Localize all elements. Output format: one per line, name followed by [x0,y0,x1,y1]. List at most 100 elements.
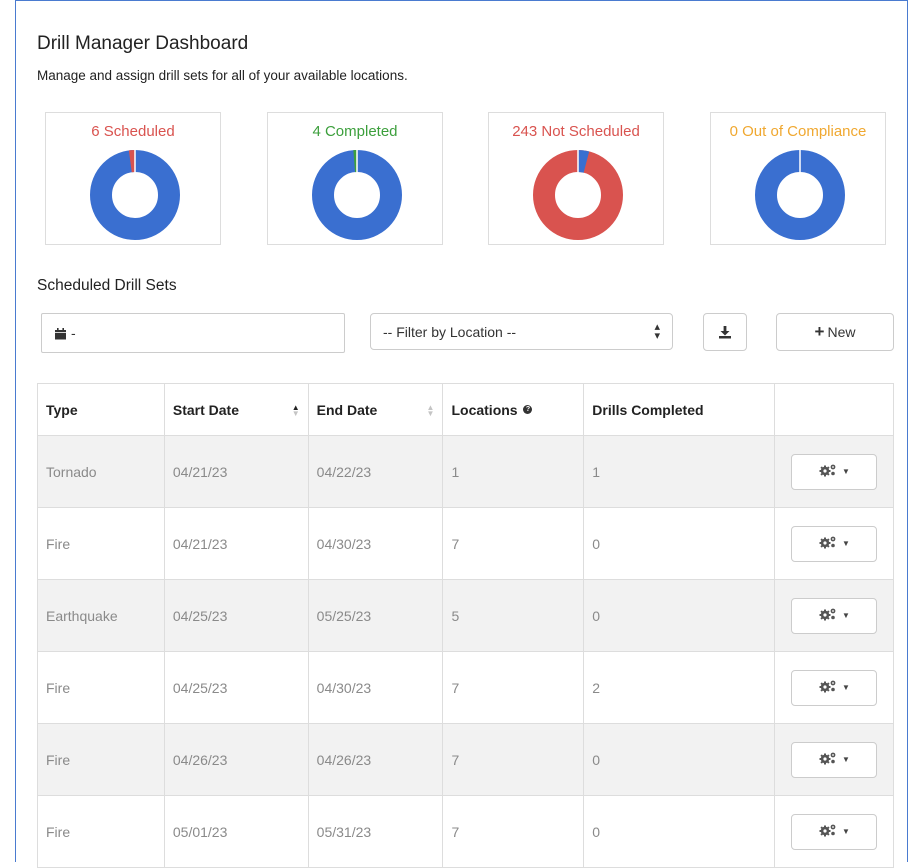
chevron-down-icon: ▼ [842,539,850,548]
actions-dropdown-button[interactable]: ▼ [791,525,877,562]
completed-label: 4 Completed [312,123,398,140]
location-filter-select[interactable]: -- Filter by Location -- ▴ ▾ [370,313,673,350]
chevron-down-icon: ▼ [842,611,850,620]
actions-dropdown-button[interactable]: ▼ [791,813,877,850]
cell-start-date: 04/25/23 [163,651,309,724]
cell-drills-completed: 2 [583,651,775,724]
gears-icon [818,823,838,840]
chevron-down-icon: ▼ [842,683,850,692]
cell-type: Fire [37,651,165,724]
gears-icon [818,607,838,624]
actions-dropdown-button[interactable]: ▼ [791,741,877,778]
header-start-date[interactable]: Start Date ▲ ▼ [163,383,309,436]
table-row: Fire 04/26/23 04/26/23 7 0 ▼ [37,723,894,796]
header-locations-label: Locations [451,401,518,418]
sort-asc-icon: ▲ ▼ [291,402,300,418]
gears-icon [818,751,838,768]
new-button-label: New [827,324,856,340]
cell-actions: ▼ [774,435,894,508]
cell-actions: ▼ [774,507,894,580]
header-locations: Locations ? [442,383,585,436]
header-drills-completed-label: Drills Completed [592,401,704,418]
header-end-date[interactable]: End Date ▲ ▼ [307,383,444,436]
plus-icon: + [814,322,825,341]
cell-type: Tornado [37,435,165,508]
chevron-down-icon: ▼ [842,755,850,764]
cell-locations: 7 [442,723,585,796]
date-range-value: - [71,325,76,341]
header-start-date-label: Start Date [172,401,240,418]
scheduled-donut [90,150,180,240]
compliance-card: 0 Out of Compliance [710,112,886,245]
cell-type: Fire [37,723,165,796]
cell-start-date: 05/01/23 [163,795,309,868]
cell-end-date: 05/31/23 [307,795,444,868]
cell-actions: ▼ [774,579,894,652]
cell-locations: 7 [442,507,585,580]
cell-end-date: 04/26/23 [307,723,444,796]
header-type[interactable]: Type [37,383,165,436]
cell-type: Fire [37,507,165,580]
chevron-down-icon: ▼ [842,467,850,476]
cell-locations: 1 [442,435,585,508]
cell-actions: ▼ [774,795,894,868]
completed-card: 4 Completed [267,112,443,245]
gears-icon [818,535,838,552]
table-row: Fire 04/25/23 04/30/23 7 2 ▼ [37,651,894,724]
actions-dropdown-button[interactable]: ▼ [791,669,877,706]
location-filter-value: -- Filter by Location -- [383,323,517,340]
download-icon [719,326,731,339]
question-circle-icon[interactable]: ? [523,404,533,414]
table-row: Fire 04/21/23 04/30/23 7 0 ▼ [37,507,894,580]
table-row: Earthquake 04/25/23 05/25/23 5 0 ▼ [37,579,894,652]
page-subtitle: Manage and assign drill sets for all of … [37,68,408,83]
header-type-label: Type [46,401,78,418]
header-drills-completed: Drills Completed [583,383,775,436]
cell-end-date: 04/22/23 [307,435,444,508]
cell-start-date: 04/25/23 [163,579,309,652]
calendar-icon [55,327,66,339]
cell-drills-completed: 0 [583,579,775,652]
scheduled-label: 6 Scheduled [91,123,175,140]
cell-drills-completed: 0 [583,795,775,868]
compliance-donut [755,150,845,240]
cell-type: Fire [37,795,165,868]
cell-locations: 5 [442,579,585,652]
not-scheduled-donut [533,150,623,240]
cell-end-date: 04/30/23 [307,651,444,724]
date-range-input[interactable]: - [41,313,345,353]
chevron-down-icon: ▼ [842,827,850,836]
new-button[interactable]: + New [776,313,894,351]
cell-end-date: 05/25/23 [307,579,444,652]
cell-type: Earthquake [37,579,165,652]
cell-locations: 7 [442,795,585,868]
cell-actions: ▼ [774,723,894,796]
cell-end-date: 04/30/23 [307,507,444,580]
cell-drills-completed: 1 [583,435,775,508]
actions-dropdown-button[interactable]: ▼ [791,597,877,634]
cell-drills-completed: 0 [583,507,775,580]
table-row: Tornado 04/21/23 04/22/23 1 1 ▼ [37,435,894,508]
cell-actions: ▼ [774,651,894,724]
drill-sets-table: Type Start Date ▲ ▼ End Date ▲ ▼ Locations… [37,383,894,868]
scheduled-card: 6 Scheduled [45,112,221,245]
actions-dropdown-button[interactable]: ▼ [791,453,877,490]
cell-locations: 7 [442,651,585,724]
header-end-date-label: End Date [316,401,378,418]
table-row: Fire 05/01/23 05/31/23 7 0 ▼ [37,795,894,868]
completed-donut [312,150,402,240]
not-scheduled-card: 243 Not Scheduled [488,112,664,245]
select-caret-icon: ▴ ▾ [654,321,660,342]
page-title: Drill Manager Dashboard [37,33,249,54]
not-scheduled-label: 243 Not Scheduled [512,123,640,140]
cell-start-date: 04/21/23 [163,507,309,580]
table-header-row: Type Start Date ▲ ▼ End Date ▲ ▼ Locations… [37,383,894,436]
cell-start-date: 04/21/23 [163,435,309,508]
download-button[interactable] [703,313,747,351]
section-title: Scheduled Drill Sets [37,277,177,294]
header-actions [774,383,894,436]
sort-icon: ▲ ▼ [426,402,435,418]
gears-icon [818,679,838,696]
gears-icon [818,463,838,480]
cell-start-date: 04/26/23 [163,723,309,796]
